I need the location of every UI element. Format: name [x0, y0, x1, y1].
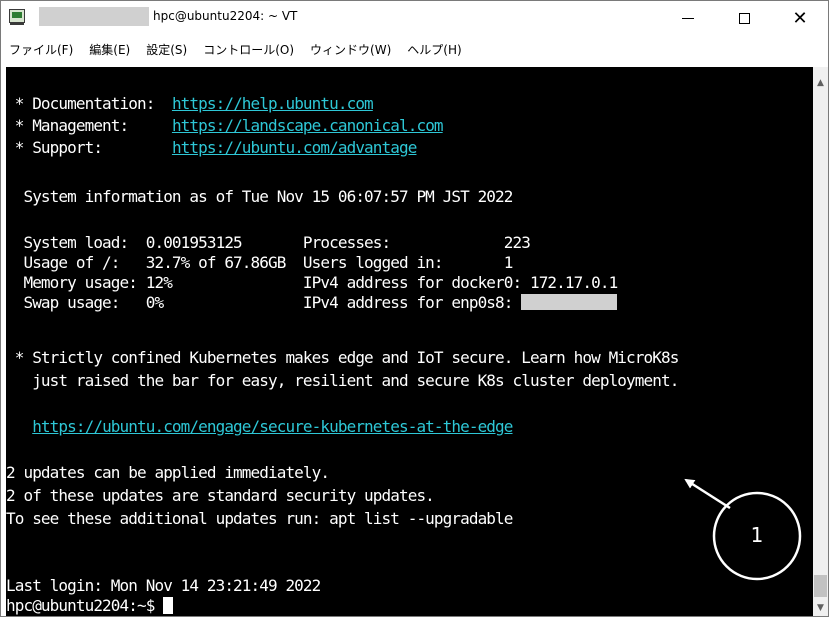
callout-number: 1: [750, 523, 764, 547]
maximize-icon: [738, 12, 750, 24]
title-bar[interactable]: hpc@ubuntu2204: ~ VT ✕: [1, 1, 828, 35]
enp0s8-label: Swap usage: 0% IPv4 address for enp0s8:: [6, 293, 522, 312]
menu-setup[interactable]: 設定(S): [146, 41, 187, 58]
menu-window[interactable]: ウィンドウ(W): [310, 41, 391, 58]
stats-line: Usage of /: 32.7% of 67.86GB Users logge…: [6, 253, 513, 272]
terminal-line-engage: https://ubuntu.com/engage/secure-kuberne…: [6, 416, 513, 438]
management-link[interactable]: https://landscape.canonical.com: [172, 116, 444, 135]
menu-help[interactable]: ヘルプ(H): [407, 41, 461, 58]
minimize-button[interactable]: [665, 1, 711, 35]
updates-line: To see these additional updates run: apt…: [6, 509, 513, 528]
redacted-ip-block: [521, 294, 618, 310]
minimize-icon: [682, 17, 694, 19]
terminal-app-icon[interactable]: [9, 9, 25, 25]
terminal-output[interactable]: * Documentation: https://help.ubuntu.com…: [6, 67, 813, 616]
terminal-line-management: * Management: https://landscape.canonica…: [6, 115, 444, 137]
updates-line: 2 updates can be applied immediately.: [6, 463, 330, 482]
stats-line: Memory usage: 12% IPv4 address for docke…: [6, 273, 618, 292]
menu-edit[interactable]: 編集(E): [89, 41, 130, 58]
updates-line: 2 of these updates are standard security…: [6, 486, 435, 505]
last-login-line: Last login: Mon Nov 14 23:21:49 2022: [6, 576, 321, 595]
redacted-title-block: [39, 7, 149, 26]
text-cursor: [163, 597, 174, 614]
kubernetes-notice-line: just raised the bar for easy, resilient …: [6, 371, 679, 390]
vertical-scrollbar[interactable]: ▲ ▼: [813, 67, 828, 616]
scroll-down-arrow-icon[interactable]: ▼: [813, 600, 828, 616]
scrollbar-thumb[interactable]: [814, 575, 827, 597]
stats-line-enp0s8: Swap usage: 0% IPv4 address for enp0s8:: [6, 292, 618, 314]
menu-bar: ファイル(F) 編集(E) 設定(S) コントロール(O) ウィンドウ(W) ヘ…: [1, 35, 828, 63]
menu-file[interactable]: ファイル(F): [9, 41, 73, 58]
terminal-window: hpc@ubuntu2204: ~ VT ✕ ファイル(F) 編集(E) 設定(…: [0, 0, 829, 617]
engage-link[interactable]: https://ubuntu.com/engage/secure-kuberne…: [32, 417, 513, 436]
maximize-button[interactable]: [721, 1, 767, 35]
documentation-link[interactable]: https://help.ubuntu.com: [172, 94, 374, 113]
support-label: * Support:: [6, 138, 172, 157]
prompt-line[interactable]: hpc@ubuntu2204:~$: [6, 595, 174, 616]
system-information-line: System information as of Tue Nov 15 06:0…: [6, 187, 513, 206]
scroll-up-arrow-icon[interactable]: ▲: [813, 75, 828, 91]
support-link[interactable]: https://ubuntu.com/advantage: [172, 138, 417, 157]
close-button[interactable]: ✕: [777, 1, 823, 35]
shell-prompt: hpc@ubuntu2204:~$: [6, 596, 164, 615]
terminal-line-documentation: * Documentation: https://help.ubuntu.com: [6, 93, 374, 115]
terminal-line-support: * Support: https://ubuntu.com/advantage: [6, 137, 418, 159]
window-title: hpc@ubuntu2204: ~ VT: [153, 9, 298, 23]
kubernetes-notice-line: * Strictly confined Kubernetes makes edg…: [6, 348, 680, 367]
close-icon: ✕: [792, 7, 808, 29]
menu-control[interactable]: コントロール(O): [203, 41, 294, 58]
documentation-label: * Documentation:: [6, 94, 172, 113]
management-label: * Management:: [6, 116, 172, 135]
stats-line: System load: 0.001953125 Processes: 223: [6, 233, 530, 252]
